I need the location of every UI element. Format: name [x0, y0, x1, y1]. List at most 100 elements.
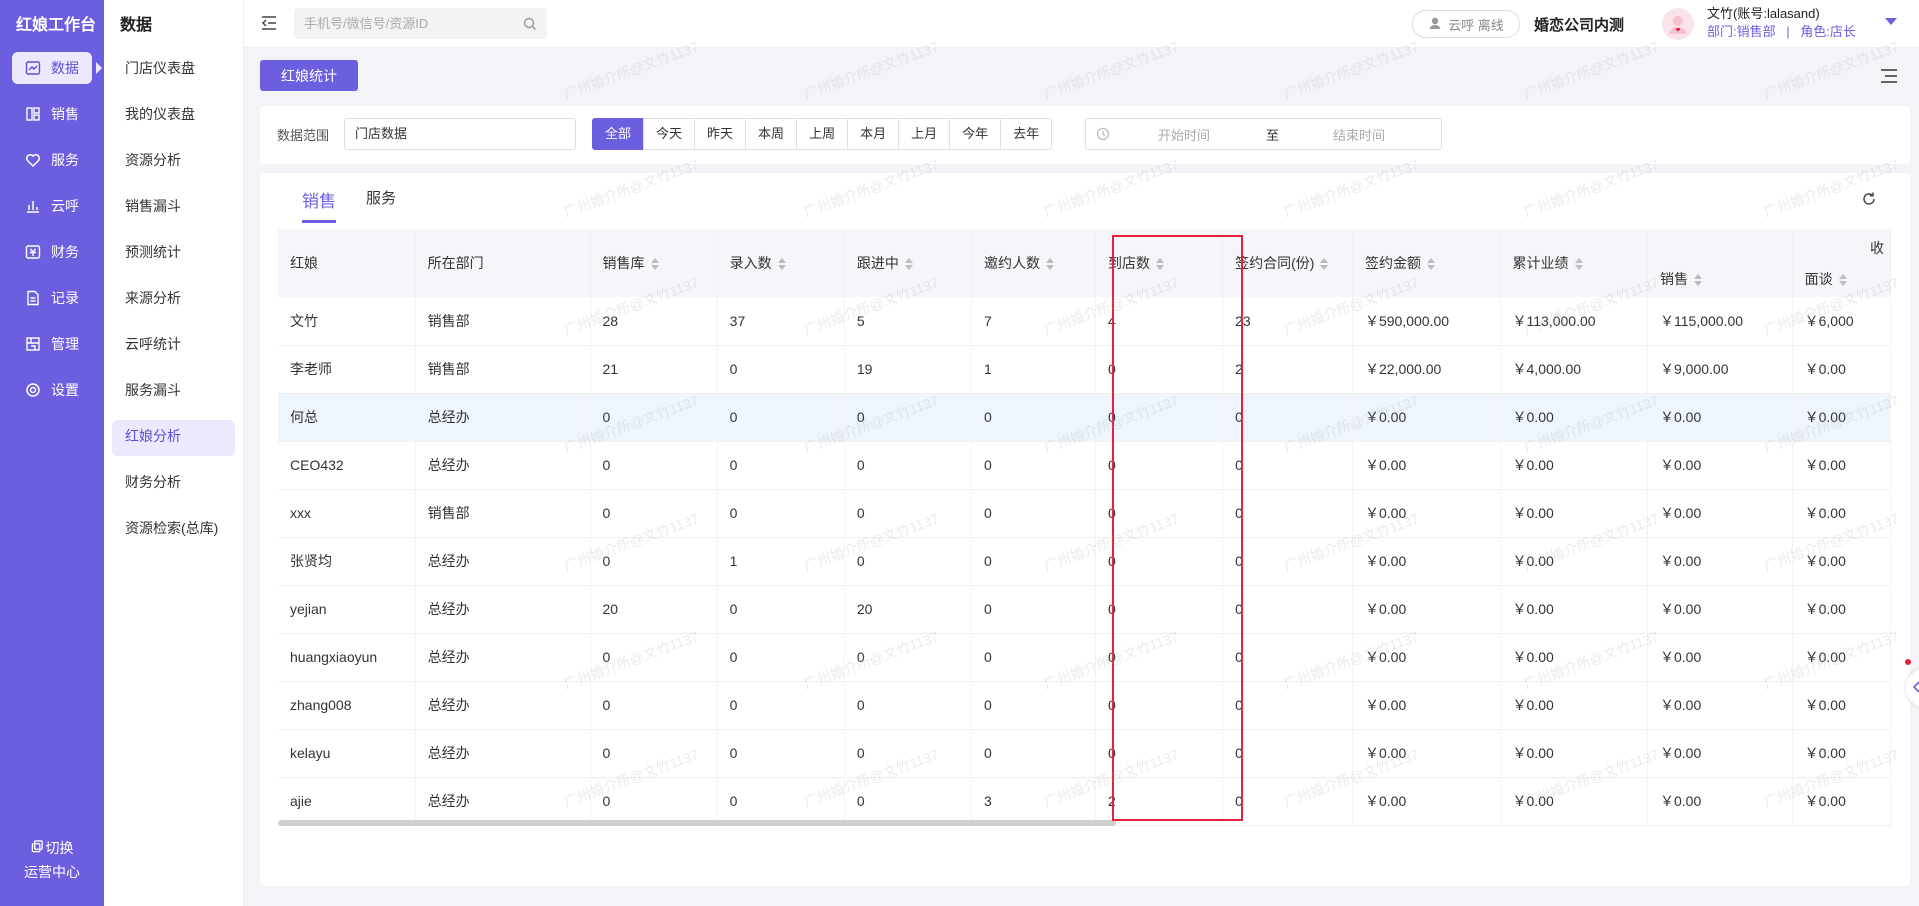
sidebar-item-4[interactable]: 财务 [12, 236, 92, 268]
sidebar-item-2[interactable]: 服务 [12, 144, 92, 176]
table-row[interactable]: ajie 总经办 0 0 0 3 2 0 ￥0.00 ￥0.00 ￥0.00 ￥0.00 [278, 777, 1891, 826]
scope-select[interactable]: 门店数据 [344, 118, 576, 150]
table-cell: 0 [590, 777, 718, 826]
start-time-placeholder[interactable]: 开始时间 [1158, 125, 1210, 144]
column-header-7[interactable]: 签约合同(份) [1222, 229, 1353, 297]
sidebar-item-label: 服务 [51, 152, 79, 168]
submenu-item-5[interactable]: 来源分析 [112, 282, 235, 318]
column-header-6[interactable]: 到店数 [1095, 229, 1224, 297]
table-cell: 0 [1222, 585, 1353, 634]
date-range-picker[interactable]: 开始时间 至 结束时间 [1085, 118, 1442, 150]
table-row[interactable]: 文竹 销售部 28 37 5 7 4 23 ￥590,000.00 ￥113,000.00 ￥115… [278, 297, 1891, 346]
page-menu-icon[interactable] [1880, 68, 1898, 84]
submenu-item-2[interactable]: 资源分析 [112, 144, 235, 180]
column-header-4[interactable]: 跟进中 [844, 229, 972, 297]
column-header-11[interactable]: 面谈 收 [1792, 229, 1891, 297]
table-row[interactable]: 何总 总经办 0 0 0 0 0 0 ￥0.00 ￥0.00 ￥0.00 ￥0.00 [278, 393, 1891, 442]
sort-icon[interactable] [1320, 258, 1329, 271]
table-row[interactable]: xxx 销售部 0 0 0 0 0 0 ￥0.00 ￥0.00 ￥0.00 ￥0.00 [278, 489, 1891, 538]
range-button-1[interactable]: 今天 [643, 118, 696, 150]
table-cell: ￥590,000.00 [1352, 297, 1501, 346]
sort-icon[interactable] [1838, 274, 1847, 287]
column-header-8[interactable]: 签约金额 [1352, 229, 1501, 297]
matchmaker-stats-tag[interactable]: 红娘统计 [260, 60, 358, 91]
column-header-0[interactable]: 红娘 [278, 229, 416, 297]
sidebar-item-0[interactable]: 数据 [12, 52, 102, 84]
table-row[interactable]: kelayu 总经办 0 0 0 0 0 0 ￥0.00 ￥0.00 ￥0.00 ￥0.00 [278, 729, 1891, 778]
copy-icon [31, 836, 44, 860]
table-row[interactable]: huangxiaoyun 总经办 0 0 0 0 0 0 ￥0.00 ￥0.00 ￥0.00 ￥0.0… [278, 633, 1891, 682]
column-header-5[interactable]: 邀约人数 [971, 229, 1096, 297]
submenu-item-9[interactable]: 财务分析 [112, 466, 235, 502]
switch-ops-center[interactable]: 切换 运营中心 [0, 836, 104, 884]
tab-1[interactable]: 服务 [366, 187, 396, 223]
table-cell: 总经办 [415, 585, 591, 634]
column-header-1[interactable]: 所在部门 [415, 229, 591, 297]
range-button-2[interactable]: 昨天 [694, 118, 747, 150]
table-cell: 0 [1095, 537, 1224, 586]
user-info[interactable]: 文竹(账号:lalasand) 部门:销售部 | 角色:店长 [1707, 5, 1856, 41]
table-cell: 0 [717, 489, 845, 538]
horizontal-scrollbar[interactable] [278, 820, 1116, 826]
cloud-call-status-button[interactable]: 云呼 离线 [1412, 10, 1520, 38]
sidebar-item-5[interactable]: 记录 [12, 282, 92, 314]
sort-icon[interactable] [1155, 258, 1164, 271]
submenu-item-4[interactable]: 预测统计 [112, 236, 235, 272]
table-cell: 0 [844, 777, 972, 826]
submenu-item-7[interactable]: 服务漏斗 [112, 374, 235, 410]
submenu-list: 门店仪表盘我的仪表盘资源分析销售漏斗预测统计来源分析云呼统计服务漏斗红娘分析财务… [104, 52, 243, 548]
table-row[interactable]: CEO432 总经办 0 0 0 0 0 0 ￥0.00 ￥0.00 ￥0.00 ￥0.00 [278, 441, 1891, 490]
submenu-item-8[interactable]: 红娘分析 [112, 420, 235, 456]
sort-icon[interactable] [904, 258, 913, 271]
table-row[interactable]: 李老师 销售部 21 0 19 1 0 2 ￥22,000.00 ￥4,000.00 ￥9,000.… [278, 345, 1891, 394]
sidebar-item-7[interactable]: 设置 [12, 374, 92, 406]
end-time-placeholder[interactable]: 结束时间 [1333, 125, 1385, 144]
search-input[interactable] [304, 16, 504, 31]
submenu-item-10[interactable]: 资源检索(总库) [112, 512, 235, 548]
submenu-item-0[interactable]: 门店仪表盘 [112, 52, 235, 88]
avatar[interactable] [1662, 8, 1694, 40]
table-row[interactable]: yejian 总经办 20 0 20 0 0 0 ￥0.00 ￥0.00 ￥0.00 ￥0.00 [278, 585, 1891, 634]
table-cell: ￥6,000 [1792, 297, 1891, 346]
sort-icon[interactable] [650, 258, 659, 271]
sidebar-item-6[interactable]: 管理 [12, 328, 92, 360]
table-row[interactable]: zhang008 总经办 0 0 0 0 0 0 ￥0.00 ￥0.00 ￥0.00 ￥0.00 [278, 681, 1891, 730]
range-button-0[interactable]: 全部 [592, 118, 645, 150]
range-button-3[interactable]: 本周 [745, 118, 798, 150]
sort-icon[interactable] [1694, 274, 1702, 287]
table-row[interactable]: 张贤均 总经办 0 1 0 0 0 0 ￥0.00 ￥0.00 ￥0.00 ￥0.00 [278, 537, 1891, 586]
range-button-8[interactable]: 去年 [1000, 118, 1053, 150]
range-button-6[interactable]: 上月 [898, 118, 951, 150]
range-button-7[interactable]: 今年 [949, 118, 1002, 150]
tab-0[interactable]: 销售 [302, 187, 336, 223]
column-header-2[interactable]: 销售库 [590, 229, 718, 297]
column-header-3[interactable]: 录入数 [717, 229, 845, 297]
refresh-icon[interactable] [1861, 191, 1877, 207]
table-cell: ￥0.00 [1792, 777, 1891, 826]
range-button-4[interactable]: 上周 [796, 118, 849, 150]
collapse-menu-icon[interactable] [260, 14, 278, 32]
submenu-item-1[interactable]: 我的仪表盘 [112, 98, 235, 134]
submenu-item-3[interactable]: 销售漏斗 [112, 190, 235, 226]
table-cell: 0 [971, 681, 1096, 730]
column-header-10[interactable]: 销售 [1647, 229, 1793, 297]
sidebar-item-3[interactable]: 云呼 [12, 190, 92, 222]
table-cell: ￥0.00 [1352, 777, 1501, 826]
table-cell: 28 [590, 297, 718, 346]
column-header-9[interactable]: 累计业绩 [1500, 229, 1649, 297]
sort-icon[interactable] [1426, 258, 1435, 271]
sort-icon[interactable] [1045, 258, 1054, 271]
table-cell: ￥0.00 [1792, 585, 1891, 634]
sidebar-item-1[interactable]: 销售 [12, 98, 92, 130]
table-cell: 总经办 [415, 537, 591, 586]
search-icon[interactable] [523, 17, 537, 31]
table-cell: 总经办 [415, 777, 591, 826]
submenu-item-6[interactable]: 云呼统计 [112, 328, 235, 364]
sort-icon[interactable] [777, 258, 786, 271]
sort-icon[interactable] [1574, 258, 1583, 271]
column-header-label: 销售库 [602, 255, 645, 271]
table-cell: ￥113,000.00 [1500, 297, 1649, 346]
range-button-5[interactable]: 本月 [847, 118, 900, 150]
panel-tabs: 销售 服务 [302, 187, 396, 223]
user-dropdown-caret-icon[interactable] [1885, 18, 1897, 25]
